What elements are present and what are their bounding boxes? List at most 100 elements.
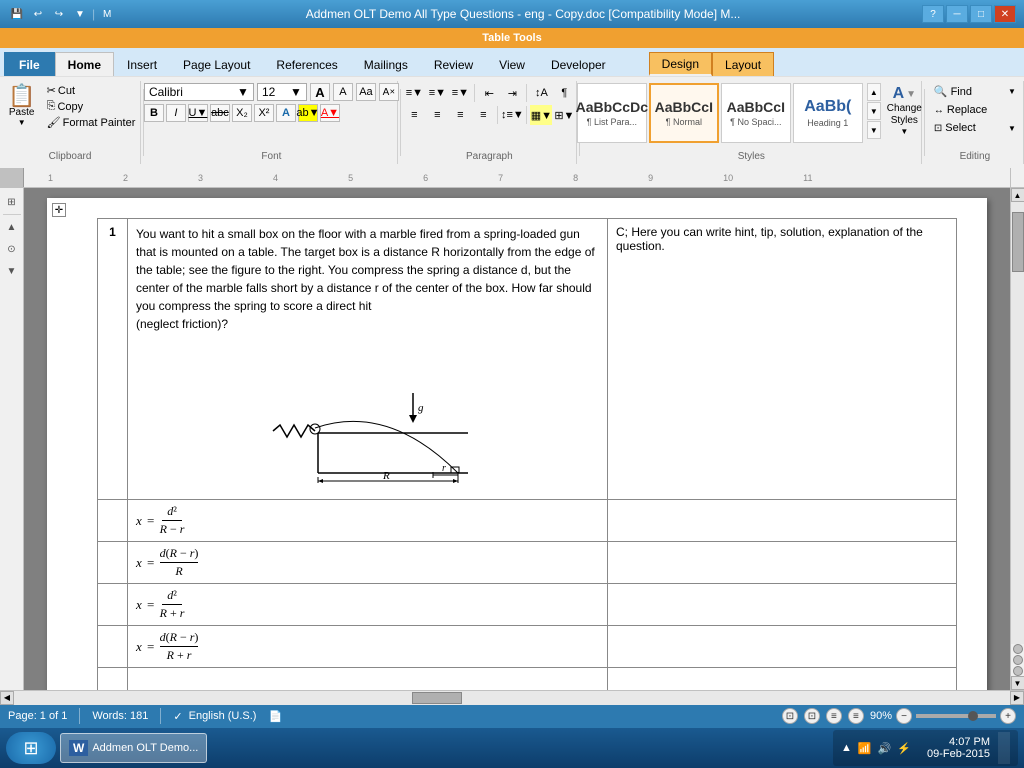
change-styles-button[interactable]: A▼ ChangeStyles ▼ bbox=[883, 83, 926, 138]
show-desktop-button[interactable] bbox=[998, 732, 1010, 764]
view-mode-3-button[interactable]: ≡ bbox=[826, 708, 842, 724]
shrink-font-button[interactable]: A bbox=[333, 83, 353, 101]
multilevel-button[interactable]: ≡▼ bbox=[449, 83, 471, 103]
underline-button[interactable]: U▼ bbox=[188, 104, 208, 122]
h-scroll-right-button[interactable]: ▶ bbox=[1010, 691, 1024, 705]
numbering-button[interactable]: ≡▼ bbox=[426, 83, 448, 103]
style-list-para[interactable]: AaBbCcDc ¶ List Para... bbox=[577, 83, 647, 143]
tab-page-layout[interactable]: Page Layout bbox=[170, 52, 263, 76]
tab-review[interactable]: Review bbox=[421, 52, 486, 76]
align-left-button[interactable]: ≡ bbox=[403, 105, 425, 125]
customize-quick-access-button[interactable]: ▼ bbox=[71, 5, 89, 23]
h-scroll-left-button[interactable]: ◀ bbox=[0, 691, 14, 705]
system-clock[interactable]: 4:07 PM 09-Feb-2015 bbox=[927, 736, 990, 760]
save-button[interactable]: 💾 bbox=[8, 5, 26, 23]
word-taskbar-button[interactable]: W Addmen OLT Demo... bbox=[60, 733, 207, 763]
tab-mailings[interactable]: Mailings bbox=[351, 52, 421, 76]
answer-3-num-part: d² bbox=[162, 588, 182, 605]
network-icon[interactable]: 📶 bbox=[858, 742, 872, 755]
cut-button[interactable]: ✂ Cut bbox=[44, 83, 139, 98]
style-heading1-label: Heading 1 bbox=[807, 118, 848, 128]
scroll-track[interactable] bbox=[1011, 202, 1024, 644]
minimize-button[interactable]: ─ bbox=[946, 5, 968, 23]
font-color-button[interactable]: A▼ bbox=[320, 104, 340, 122]
text-effects-button[interactable]: A bbox=[276, 104, 296, 122]
subscript-button[interactable]: X₂ bbox=[232, 104, 252, 122]
text-highlight-button[interactable]: ab▼ bbox=[298, 104, 318, 122]
view-mode-2-button[interactable]: ⊡ bbox=[804, 708, 820, 724]
table-move-handle[interactable]: ✛ bbox=[52, 203, 66, 217]
zoom-in-button[interactable]: + bbox=[1000, 708, 1016, 724]
scroll-thumb[interactable] bbox=[1012, 212, 1024, 272]
power-icon[interactable]: ⚡ bbox=[897, 742, 911, 755]
close-button[interactable]: ✕ bbox=[994, 5, 1016, 23]
line-spacing-button[interactable]: ↕≡▼ bbox=[501, 105, 523, 125]
find-button[interactable]: 🔍 Find ▼ bbox=[930, 83, 1020, 100]
view-mode-4-button[interactable]: ≡ bbox=[848, 708, 864, 724]
center-button[interactable]: ≡ bbox=[426, 105, 448, 125]
view-options-button[interactable]: ⊞ bbox=[2, 192, 22, 212]
styles-scroll-down-button[interactable]: ▼ bbox=[867, 102, 881, 120]
view-mode-1-button[interactable]: ⊡ bbox=[782, 708, 798, 724]
style-normal[interactable]: AaBbCcI ¶ Normal bbox=[649, 83, 719, 143]
tab-file[interactable]: File bbox=[4, 52, 55, 76]
align-right-button[interactable]: ≡ bbox=[449, 105, 471, 125]
paste-dropdown-icon[interactable]: ▼ bbox=[18, 118, 26, 127]
h-scroll-track[interactable] bbox=[14, 691, 1010, 705]
start-button[interactable]: ⊞ bbox=[6, 732, 56, 764]
scroll-down-button[interactable]: ▼ bbox=[1011, 676, 1024, 690]
tab-developer[interactable]: Developer bbox=[538, 52, 619, 76]
page-up-button[interactable]: ▲ bbox=[2, 217, 22, 237]
tab-layout[interactable]: Layout bbox=[712, 52, 774, 76]
scroll-up-button[interactable]: ▲ bbox=[1011, 188, 1024, 202]
volume-icon[interactable]: 🔊 bbox=[878, 742, 892, 755]
styles-scroll-up-button[interactable]: ▲ bbox=[867, 83, 881, 101]
page-select-button[interactable]: ⊙ bbox=[2, 239, 22, 259]
shading-button[interactable]: ▦▼ bbox=[530, 105, 552, 125]
tab-references[interactable]: References bbox=[263, 52, 350, 76]
text-effects-dialog-button[interactable]: Aa bbox=[356, 83, 376, 101]
tab-insert[interactable]: Insert bbox=[114, 52, 170, 76]
scroll-circle-2[interactable] bbox=[1013, 655, 1023, 665]
scroll-circle-3[interactable] bbox=[1013, 666, 1023, 676]
tray-arrow-icon[interactable]: ▲ bbox=[841, 742, 852, 754]
page-down-button[interactable]: ▼ bbox=[2, 261, 22, 281]
tab-design[interactable]: Design bbox=[649, 52, 712, 76]
tab-home[interactable]: Home bbox=[55, 52, 114, 76]
strikethrough-button[interactable]: abc bbox=[210, 104, 230, 122]
tab-view[interactable]: View bbox=[486, 52, 538, 76]
show-hide-button[interactable]: ¶ bbox=[553, 83, 575, 103]
format-painter-button[interactable]: 🖌 Format Painter bbox=[44, 115, 139, 130]
increase-indent-button[interactable]: ⇥ bbox=[501, 83, 523, 103]
italic-button[interactable]: I bbox=[166, 104, 186, 122]
paste-button[interactable]: 📋 Paste ▼ bbox=[2, 83, 42, 129]
app-icon-button[interactable]: M bbox=[98, 5, 116, 23]
scroll-circle-1[interactable] bbox=[1013, 644, 1023, 654]
grow-font-button[interactable]: A bbox=[310, 83, 330, 101]
undo-button[interactable]: ↩ bbox=[29, 5, 47, 23]
sort-button[interactable]: ↕A bbox=[530, 83, 552, 103]
decrease-indent-button[interactable]: ⇤ bbox=[478, 83, 500, 103]
justify-button[interactable]: ≡ bbox=[472, 105, 494, 125]
clear-formatting-button[interactable]: A✕ bbox=[379, 83, 399, 101]
replace-button[interactable]: ↔ Replace bbox=[930, 102, 1020, 118]
borders-button[interactable]: ⊞▼ bbox=[553, 105, 575, 125]
superscript-button[interactable]: X² bbox=[254, 104, 274, 122]
maximize-button[interactable]: □ bbox=[970, 5, 992, 23]
zoom-track[interactable] bbox=[916, 714, 996, 718]
zoom-out-button[interactable]: − bbox=[896, 708, 912, 724]
redo-button[interactable]: ↪ bbox=[50, 5, 68, 23]
style-heading1[interactable]: AaBb( Heading 1 bbox=[793, 83, 863, 143]
zoom-thumb[interactable] bbox=[968, 711, 978, 721]
select-button[interactable]: ⊡ Select ▼ bbox=[930, 120, 1020, 136]
style-no-spacing[interactable]: AaBbCcI ¶ No Spaci... bbox=[721, 83, 791, 143]
styles-more-button[interactable]: ▼ bbox=[867, 121, 881, 139]
bullets-button[interactable]: ≡▼ bbox=[403, 83, 425, 103]
font-name-selector[interactable]: Calibri ▼ bbox=[144, 83, 254, 101]
document-scroll-area[interactable]: ✛ 1 You want to hit a small box on the f… bbox=[24, 188, 1010, 690]
help-button[interactable]: ? bbox=[922, 5, 944, 23]
copy-button[interactable]: ⎘ Copy bbox=[44, 99, 139, 114]
h-scroll-thumb[interactable] bbox=[412, 692, 462, 704]
bold-button[interactable]: B bbox=[144, 104, 164, 122]
font-size-selector[interactable]: 12 ▼ bbox=[257, 83, 307, 101]
